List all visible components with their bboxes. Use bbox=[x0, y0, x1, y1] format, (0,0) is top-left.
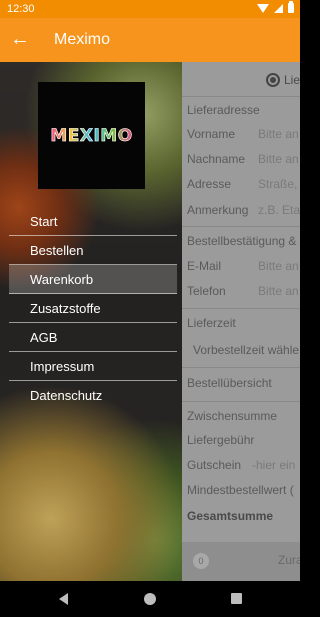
status-time: 12:30 bbox=[7, 3, 35, 15]
nav-recents-icon[interactable] bbox=[231, 593, 242, 604]
nachname-field[interactable]: Nachname Bitte an bbox=[182, 147, 300, 171]
delivery-radio[interactable] bbox=[266, 73, 280, 87]
battery-icon bbox=[288, 1, 294, 13]
logo-text: MEXIMO bbox=[50, 125, 133, 146]
drawer-item-datenschutz[interactable]: Datenschutz bbox=[9, 381, 177, 410]
nav-home-icon[interactable] bbox=[144, 593, 156, 605]
subtotal-row: Zwischensumme bbox=[187, 409, 278, 423]
delivery-option-label: Lie bbox=[284, 73, 300, 87]
divider bbox=[182, 308, 300, 309]
section-time: Lieferzeit bbox=[187, 316, 236, 330]
delivery-fee-row: Liefergebühr bbox=[187, 433, 255, 447]
minimum-order-row: Mindestbestellwert ( bbox=[187, 483, 294, 497]
cart-button[interactable]: Zura bbox=[278, 553, 300, 567]
total-row: Gesamtsumme bbox=[187, 509, 274, 523]
status-bar: 12:30 bbox=[0, 0, 300, 18]
cart-count-badge: 0 bbox=[193, 553, 209, 569]
delivery-time-select[interactable]: Vorbestellzeit wähle bbox=[182, 338, 300, 362]
section-confirmation: Bestellbestätigung & bbox=[187, 234, 297, 248]
divider bbox=[182, 226, 300, 227]
signal-icon bbox=[274, 3, 283, 13]
app-title: Meximo bbox=[54, 31, 111, 48]
vorname-field[interactable]: Vorname Bitte an bbox=[182, 122, 300, 146]
email-field[interactable]: E-Mail Bitte an bbox=[182, 254, 300, 278]
drawer-menu: Start Bestellen Warenkorb Zusatzstoffe A… bbox=[9, 207, 177, 410]
drawer-item-start[interactable]: Start bbox=[9, 207, 177, 236]
drawer-item-agb[interactable]: AGB bbox=[9, 323, 177, 352]
app-bar: ← Meximo bbox=[0, 18, 300, 62]
section-address: Lieferadresse bbox=[187, 103, 260, 117]
back-arrow-icon[interactable]: ← bbox=[10, 27, 30, 51]
divider bbox=[182, 96, 300, 97]
section-overview: Bestellübersicht bbox=[187, 376, 272, 390]
drawer-item-zusatzstoffe[interactable]: Zusatzstoffe bbox=[9, 294, 177, 323]
status-icons bbox=[257, 1, 294, 13]
telefon-field[interactable]: Telefon Bitte an bbox=[182, 279, 300, 303]
wifi-icon bbox=[257, 3, 269, 13]
meximo-logo: MEXIMO bbox=[38, 82, 145, 189]
drawer-item-warenkorb[interactable]: Warenkorb bbox=[9, 265, 177, 294]
divider bbox=[182, 367, 300, 368]
voucher-field[interactable]: Gutschein -hier ein bbox=[182, 453, 300, 477]
system-nav-bar bbox=[0, 581, 300, 617]
drawer-item-bestellen[interactable]: Bestellen bbox=[9, 236, 177, 265]
adresse-field[interactable]: Adresse Straße, bbox=[182, 172, 300, 196]
cart-bar: 0 Zura bbox=[182, 542, 300, 581]
anmerkung-field[interactable]: Anmerkung z.B. Eta bbox=[182, 198, 300, 222]
nav-back-icon[interactable] bbox=[59, 593, 68, 605]
checkout-form: Lie Lieferadresse Vorname Bitte an Nachna… bbox=[182, 62, 300, 581]
drawer-item-impressum[interactable]: Impressum bbox=[9, 352, 177, 381]
navigation-drawer: MEXIMO Start Bestellen Warenkorb Zusatzs… bbox=[0, 62, 182, 581]
divider bbox=[182, 401, 300, 402]
